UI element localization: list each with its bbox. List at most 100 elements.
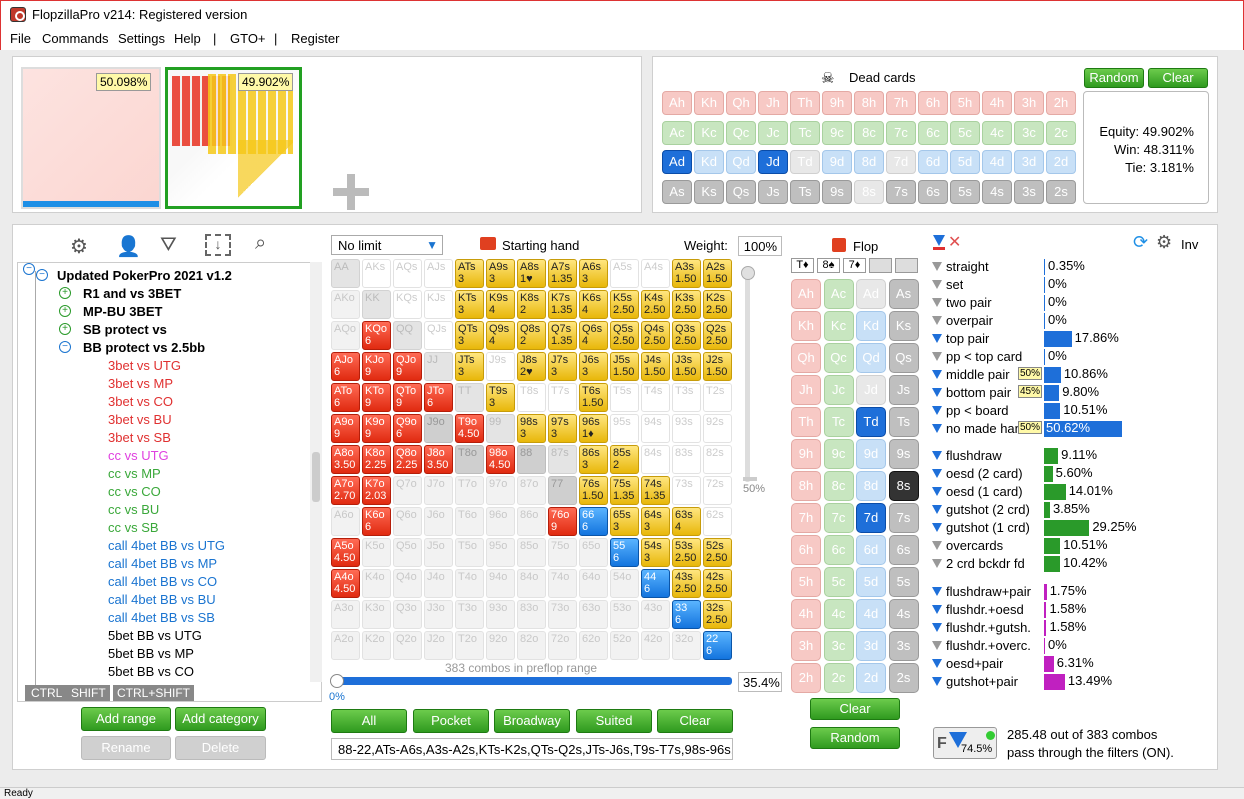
hand-cell-T7o[interactable]: T7o <box>455 476 484 505</box>
hand-cell-K5s[interactable]: K5s 2.50 <box>610 290 639 319</box>
hand-cell-J3s[interactable]: J3s 1.50 <box>672 352 701 381</box>
flop-card-7h[interactable]: 7h <box>791 503 821 533</box>
select-all-button[interactable]: All <box>331 709 407 733</box>
hand-cell-62o[interactable]: 62o <box>579 631 608 660</box>
hand-cell-K4o[interactable]: K4o <box>362 569 391 598</box>
dead-card-8s[interactable]: 8s <box>854 179 884 204</box>
stat-row-gutshot-1-crd-[interactable]: gutshot (1 crd) <box>932 519 1030 537</box>
flop-card-Ac[interactable]: Ac <box>823 279 854 309</box>
hand-cell-97o[interactable]: 97o <box>486 476 515 505</box>
hand-cell-K4s[interactable]: K4s 2.50 <box>641 290 670 319</box>
inv-toggle[interactable]: Inv <box>1181 237 1198 252</box>
hand-cell-54o[interactable]: 54o <box>610 569 639 598</box>
stat-weight-tag[interactable]: 50% <box>1018 367 1043 380</box>
flop-card-Jd[interactable]: Jd <box>856 375 886 405</box>
settings-gear-icon[interactable]: ⚙ <box>70 234 88 259</box>
hand-cell-T8s[interactable]: T8s <box>517 383 546 412</box>
hand-cell-99[interactable]: 99 <box>486 414 515 443</box>
weight-slider-handle[interactable] <box>741 266 755 280</box>
stat-weight-tag[interactable]: 50% <box>1018 421 1043 434</box>
dead-card-8h[interactable]: 8h <box>854 91 884 115</box>
flop-card-5c[interactable]: 5c <box>823 567 854 597</box>
filter-icon[interactable] <box>932 424 942 434</box>
stat-row-two-pair[interactable]: two pair <box>932 294 992 312</box>
filter-icon[interactable] <box>933 235 945 246</box>
hand-cell-T3o[interactable]: T3o <box>455 600 484 629</box>
dead-card-9s[interactable]: 9s <box>822 179 852 204</box>
hand-cell-QJo[interactable]: QJo 9 <box>393 352 422 381</box>
hand-cell-32o[interactable]: 32o <box>672 631 701 660</box>
hand-cell-82s[interactable]: 82s <box>703 445 732 474</box>
hand-cell-J5o[interactable]: J5o <box>424 538 453 567</box>
stat-weight-tag[interactable]: 45% <box>1018 385 1043 398</box>
expand-icon[interactable]: + <box>59 323 71 335</box>
hand-cell-76s[interactable]: 76s 1.50 <box>579 476 608 505</box>
hand-cell-KK[interactable]: KK <box>362 290 391 319</box>
dead-card-Qh[interactable]: Qh <box>726 91 756 115</box>
hand-cell-ATs[interactable]: ATs 3 <box>455 259 484 288</box>
hand-cell-J3o[interactable]: J3o <box>424 600 453 629</box>
flop-card-3d[interactable]: 3d <box>856 631 886 661</box>
weight-input[interactable]: 100% <box>738 236 782 256</box>
range-slider-handle[interactable] <box>330 674 344 688</box>
hand-cell-A9s[interactable]: A9s 3 <box>486 259 515 288</box>
hand-cell-AJo[interactable]: AJo 6 <box>331 352 360 381</box>
stat-row-flushdr-oesd[interactable]: flushdr.+oesd <box>932 601 1024 619</box>
hand-cell-43o[interactable]: 43o <box>641 600 670 629</box>
hand-cell-83s[interactable]: 83s <box>672 445 701 474</box>
flop-slot-4[interactable] <box>895 258 918 273</box>
hand-cell-J9s[interactable]: J9s <box>486 352 515 381</box>
stat-row-2-crd-bckdr-fd[interactable]: 2 crd bckdr fd <box>932 555 1025 573</box>
tree-range-item[interactable]: 3bet vs UTG <box>108 358 181 373</box>
hand-cell-AKo[interactable]: AKo <box>331 290 360 319</box>
hand-cell-Q5s[interactable]: Q5s 2.50 <box>610 321 639 350</box>
dead-card-6d[interactable]: 6d <box>918 150 948 174</box>
hand-cell-T2o[interactable]: T2o <box>455 631 484 660</box>
ctrl-key[interactable]: CTRL <box>25 685 69 701</box>
hand-cell-T7s[interactable]: T7s <box>548 383 577 412</box>
dead-card-As[interactable]: As <box>662 179 692 204</box>
stat-row-gutshot-2-crd-[interactable]: gutshot (2 crd) <box>932 501 1030 519</box>
flop-card-4d[interactable]: 4d <box>856 599 886 629</box>
hand-cell-63s[interactable]: 63s 4 <box>672 507 701 536</box>
tree-range-item[interactable]: cc vs UTG <box>108 448 169 463</box>
hand-cell-84o[interactable]: 84o <box>517 569 546 598</box>
flop-card-8c[interactable]: 8c <box>823 471 854 501</box>
dead-card-Qc[interactable]: Qc <box>726 120 756 145</box>
hand-cell-42o[interactable]: 42o <box>641 631 670 660</box>
filter-icon[interactable] <box>932 316 942 326</box>
dead-card-4d[interactable]: 4d <box>982 150 1012 174</box>
dead-card-3d[interactable]: 3d <box>1014 150 1044 174</box>
dead-card-5h[interactable]: 5h <box>950 91 980 115</box>
stat-row-top-pair[interactable]: top pair <box>932 330 989 348</box>
flop-card-5h[interactable]: 5h <box>791 567 821 597</box>
hand-cell-87s[interactable]: 87s <box>548 445 577 474</box>
dead-card-4c[interactable]: 4c <box>982 120 1012 145</box>
dead-card-4h[interactable]: 4h <box>982 91 1012 115</box>
stat-row-pp-board[interactable]: pp < board <box>932 402 1009 420</box>
hand-cell-KQs[interactable]: KQs <box>393 290 422 319</box>
dead-card-7d[interactable]: 7d <box>886 150 916 174</box>
hand-cell-Q9o[interactable]: Q9o 6 <box>393 414 422 443</box>
hand-cell-AQs[interactable]: AQs <box>393 259 422 288</box>
shift-key[interactable]: SHIFT <box>67 685 110 701</box>
tree-range-item[interactable]: call 4bet BB vs BU <box>108 592 216 607</box>
refresh-icon[interactable]: ⟳ <box>1133 232 1148 253</box>
select-suited-button[interactable]: Suited <box>576 709 652 733</box>
hand-cell-76o[interactable]: 76o 9 <box>548 507 577 536</box>
dead-card-Tc[interactable]: Tc <box>790 120 820 145</box>
hand-cell-K6o[interactable]: K6o 6 <box>362 507 391 536</box>
stat-row-straight[interactable]: straight <box>932 258 989 276</box>
range-text-input[interactable]: 88-22,ATs-A6s,A3s-A2s,KTs-K2s,QTs-Q2s,JT… <box>331 738 733 760</box>
hand-cell-T9o[interactable]: T9o 4.50 <box>455 414 484 443</box>
tree-range-item[interactable]: cc vs CO <box>108 484 161 499</box>
hand-cell-93s[interactable]: 93s <box>672 414 701 443</box>
hand-cell-73s[interactable]: 73s <box>672 476 701 505</box>
tree-range-item[interactable]: 5bet BB vs UTG <box>108 628 202 643</box>
dead-card-2h[interactable]: 2h <box>1046 91 1076 115</box>
flop-card-Kd[interactable]: Kd <box>856 311 886 341</box>
hand-cell-A4s[interactable]: A4s <box>641 259 670 288</box>
hand-cell-63o[interactable]: 63o <box>579 600 608 629</box>
tree-group[interactable]: BB protect vs 2.5bb <box>83 340 205 355</box>
filter-icon[interactable] <box>932 334 942 344</box>
